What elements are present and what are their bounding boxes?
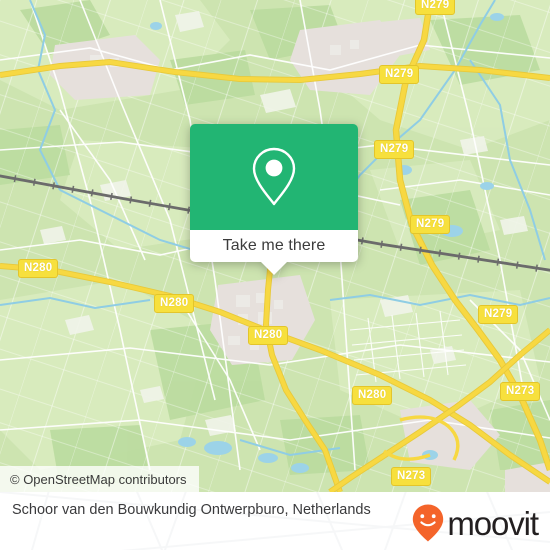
place-callout-card[interactable]: Take me there (190, 124, 358, 275)
moovit-place-map-screenshot: N279 N279 N279 N279 N279 N280 N280 N280 N280 N273… (0, 0, 550, 550)
map-pin-icon (252, 147, 296, 206)
road-shield: N280 (18, 259, 59, 278)
moovit-logo[interactable]: moovit (412, 504, 539, 542)
callout-header (190, 124, 358, 230)
road-shield: N280 (154, 294, 195, 313)
road-shield: N279 (410, 215, 451, 234)
callout-pointer-tail (261, 262, 287, 275)
road-shield: N273 (500, 382, 541, 401)
road-shield: N273 (391, 467, 432, 486)
callout-footer[interactable]: Take me there (190, 230, 358, 275)
footer-bar: Schoor van den Bouwkundig Ontwerpburo, N… (0, 492, 550, 550)
moovit-wordmark: moovit (447, 504, 539, 542)
map-attribution-bar: © OpenStreetMap contributors (0, 466, 199, 492)
road-shield: N279 (478, 305, 519, 324)
take-me-there-label: Take me there (222, 237, 326, 254)
road-shield: N279 (415, 0, 456, 15)
map-canvas[interactable]: N279 N279 N279 N279 N279 N280 N280 N280 N280 N273… (0, 0, 550, 492)
attribution-text: © OpenStreetMap contributors (10, 471, 187, 487)
road-shield: N279 (374, 140, 415, 159)
moovit-smiley-pin-icon (413, 504, 444, 542)
road-shield: N280 (352, 386, 393, 405)
road-shield: N279 (379, 65, 420, 84)
page-title: Schoor van den Bouwkundig Ontwerpburo, N… (12, 502, 371, 518)
road-shield: N280 (248, 326, 289, 345)
